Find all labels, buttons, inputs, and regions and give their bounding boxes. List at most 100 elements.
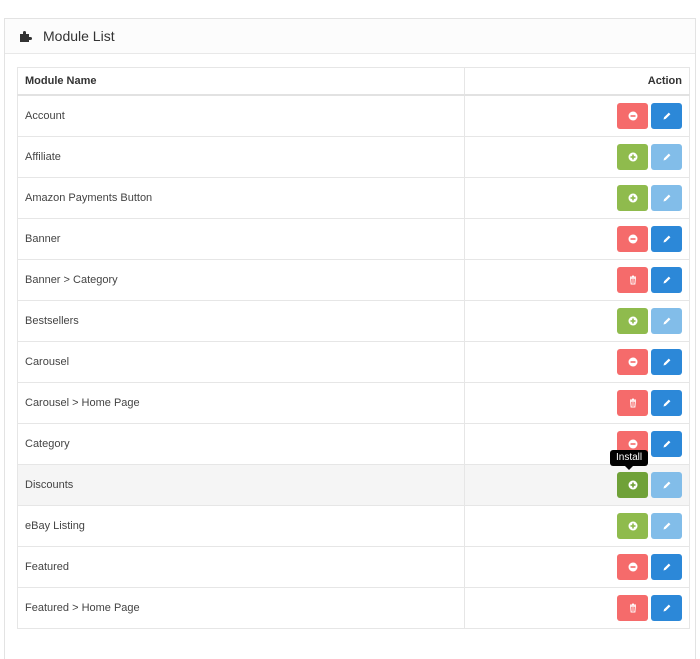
uninstall-button[interactable]: [617, 554, 648, 580]
action-buttons: [617, 103, 682, 129]
plus-circle-icon: [628, 480, 637, 490]
trash-icon: [629, 275, 636, 285]
table-row: Banner > Category: [17, 259, 690, 301]
plus-circle-icon: [628, 193, 637, 203]
install-button[interactable]: [617, 308, 648, 334]
edit-button[interactable]: [651, 513, 682, 539]
action-cell: [464, 341, 690, 383]
uninstall-button[interactable]: [617, 349, 648, 375]
table-row: Bestsellers: [17, 300, 690, 342]
install-button[interactable]: [617, 513, 648, 539]
delete-button[interactable]: [617, 267, 648, 293]
edit-button[interactable]: [651, 554, 682, 580]
table-row: Banner: [17, 218, 690, 260]
install-tooltip: Install: [610, 450, 649, 470]
column-header-module-name[interactable]: Module Name: [17, 67, 465, 96]
module-name-cell: Category: [17, 423, 465, 465]
minus-circle-icon: [628, 111, 637, 121]
table-row: eBay Listing: [17, 505, 690, 547]
module-name-cell: Featured > Home Page: [17, 587, 465, 629]
pencil-icon: [663, 194, 670, 202]
module-table-wrap: Module Name Action Account Affiliate Amazo…: [17, 67, 690, 629]
install-button[interactable]: [617, 144, 648, 170]
module-name-cell: Affiliate: [17, 136, 465, 178]
action-cell: [464, 423, 690, 465]
pencil-icon: [663, 440, 670, 448]
action-cell: [464, 505, 690, 547]
action-buttons: [617, 554, 682, 580]
action-cell: [464, 300, 690, 342]
pencil-icon: [663, 112, 670, 120]
pencil-icon: [663, 481, 670, 489]
install-button[interactable]: [617, 472, 648, 498]
table-row: Amazon Payments Button: [17, 177, 690, 219]
action-cell: [464, 587, 690, 629]
delete-button[interactable]: [617, 595, 648, 621]
pencil-icon: [663, 604, 670, 612]
action-cell: [464, 546, 690, 588]
action-buttons: [617, 472, 682, 498]
table-row: Affiliate: [17, 136, 690, 178]
table-row: Account: [17, 94, 690, 137]
module-name-cell: Account: [17, 94, 465, 137]
edit-button[interactable]: [651, 349, 682, 375]
action-cell: [464, 382, 690, 424]
action-buttons: [617, 267, 682, 293]
page-title: Module List: [43, 28, 115, 44]
module-name-cell: Banner: [17, 218, 465, 260]
module-name-cell: eBay Listing: [17, 505, 465, 547]
table-row: Category: [17, 423, 690, 465]
module-name-cell: Amazon Payments Button: [17, 177, 465, 219]
minus-circle-icon: [628, 357, 637, 367]
module-name-cell: Discounts: [17, 464, 465, 506]
pencil-icon: [663, 358, 670, 366]
uninstall-button[interactable]: [617, 103, 648, 129]
action-buttons: [617, 513, 682, 539]
action-buttons: [617, 595, 682, 621]
edit-button[interactable]: [651, 472, 682, 498]
column-header-action: Action: [464, 67, 690, 96]
action-buttons: [617, 185, 682, 211]
action-cell: [464, 464, 690, 506]
edit-button[interactable]: [651, 267, 682, 293]
action-cell: [464, 218, 690, 260]
action-cell: [464, 136, 690, 178]
action-buttons: [617, 144, 682, 170]
module-name-cell: Carousel > Home Page: [17, 382, 465, 424]
pencil-icon: [663, 522, 670, 530]
tooltip-text: Install: [616, 452, 643, 463]
pencil-icon: [663, 317, 670, 325]
edit-button[interactable]: [651, 431, 682, 457]
edit-button[interactable]: [651, 595, 682, 621]
pencil-icon: [663, 399, 670, 407]
edit-button[interactable]: [651, 103, 682, 129]
tooltip-arrow: [625, 466, 634, 470]
action-buttons: [617, 390, 682, 416]
module-name-cell: Carousel: [17, 341, 465, 383]
plus-circle-icon: [628, 521, 637, 531]
pencil-icon: [663, 276, 670, 284]
edit-button[interactable]: [651, 144, 682, 170]
pencil-icon: [663, 563, 670, 571]
table-header-row: Module Name Action: [17, 67, 690, 96]
install-button[interactable]: [617, 185, 648, 211]
action-cell: [464, 177, 690, 219]
table-row: Carousel: [17, 341, 690, 383]
pencil-icon: [663, 153, 670, 161]
edit-button[interactable]: [651, 185, 682, 211]
action-cell: [464, 94, 690, 137]
minus-circle-icon: [628, 439, 637, 449]
delete-button[interactable]: [617, 390, 648, 416]
plus-circle-icon: [628, 152, 637, 162]
trash-icon: [629, 398, 636, 408]
edit-button[interactable]: [651, 308, 682, 334]
table-row: Featured > Home Page: [17, 587, 690, 629]
panel-heading: Module List: [5, 19, 695, 54]
minus-circle-icon: [628, 234, 637, 244]
module-list-panel: Module List Module Name Action Account Af…: [4, 18, 696, 659]
module-name-cell: Featured: [17, 546, 465, 588]
uninstall-button[interactable]: [617, 226, 648, 252]
edit-button[interactable]: [651, 226, 682, 252]
table-row: Carousel > Home Page: [17, 382, 690, 424]
edit-button[interactable]: [651, 390, 682, 416]
